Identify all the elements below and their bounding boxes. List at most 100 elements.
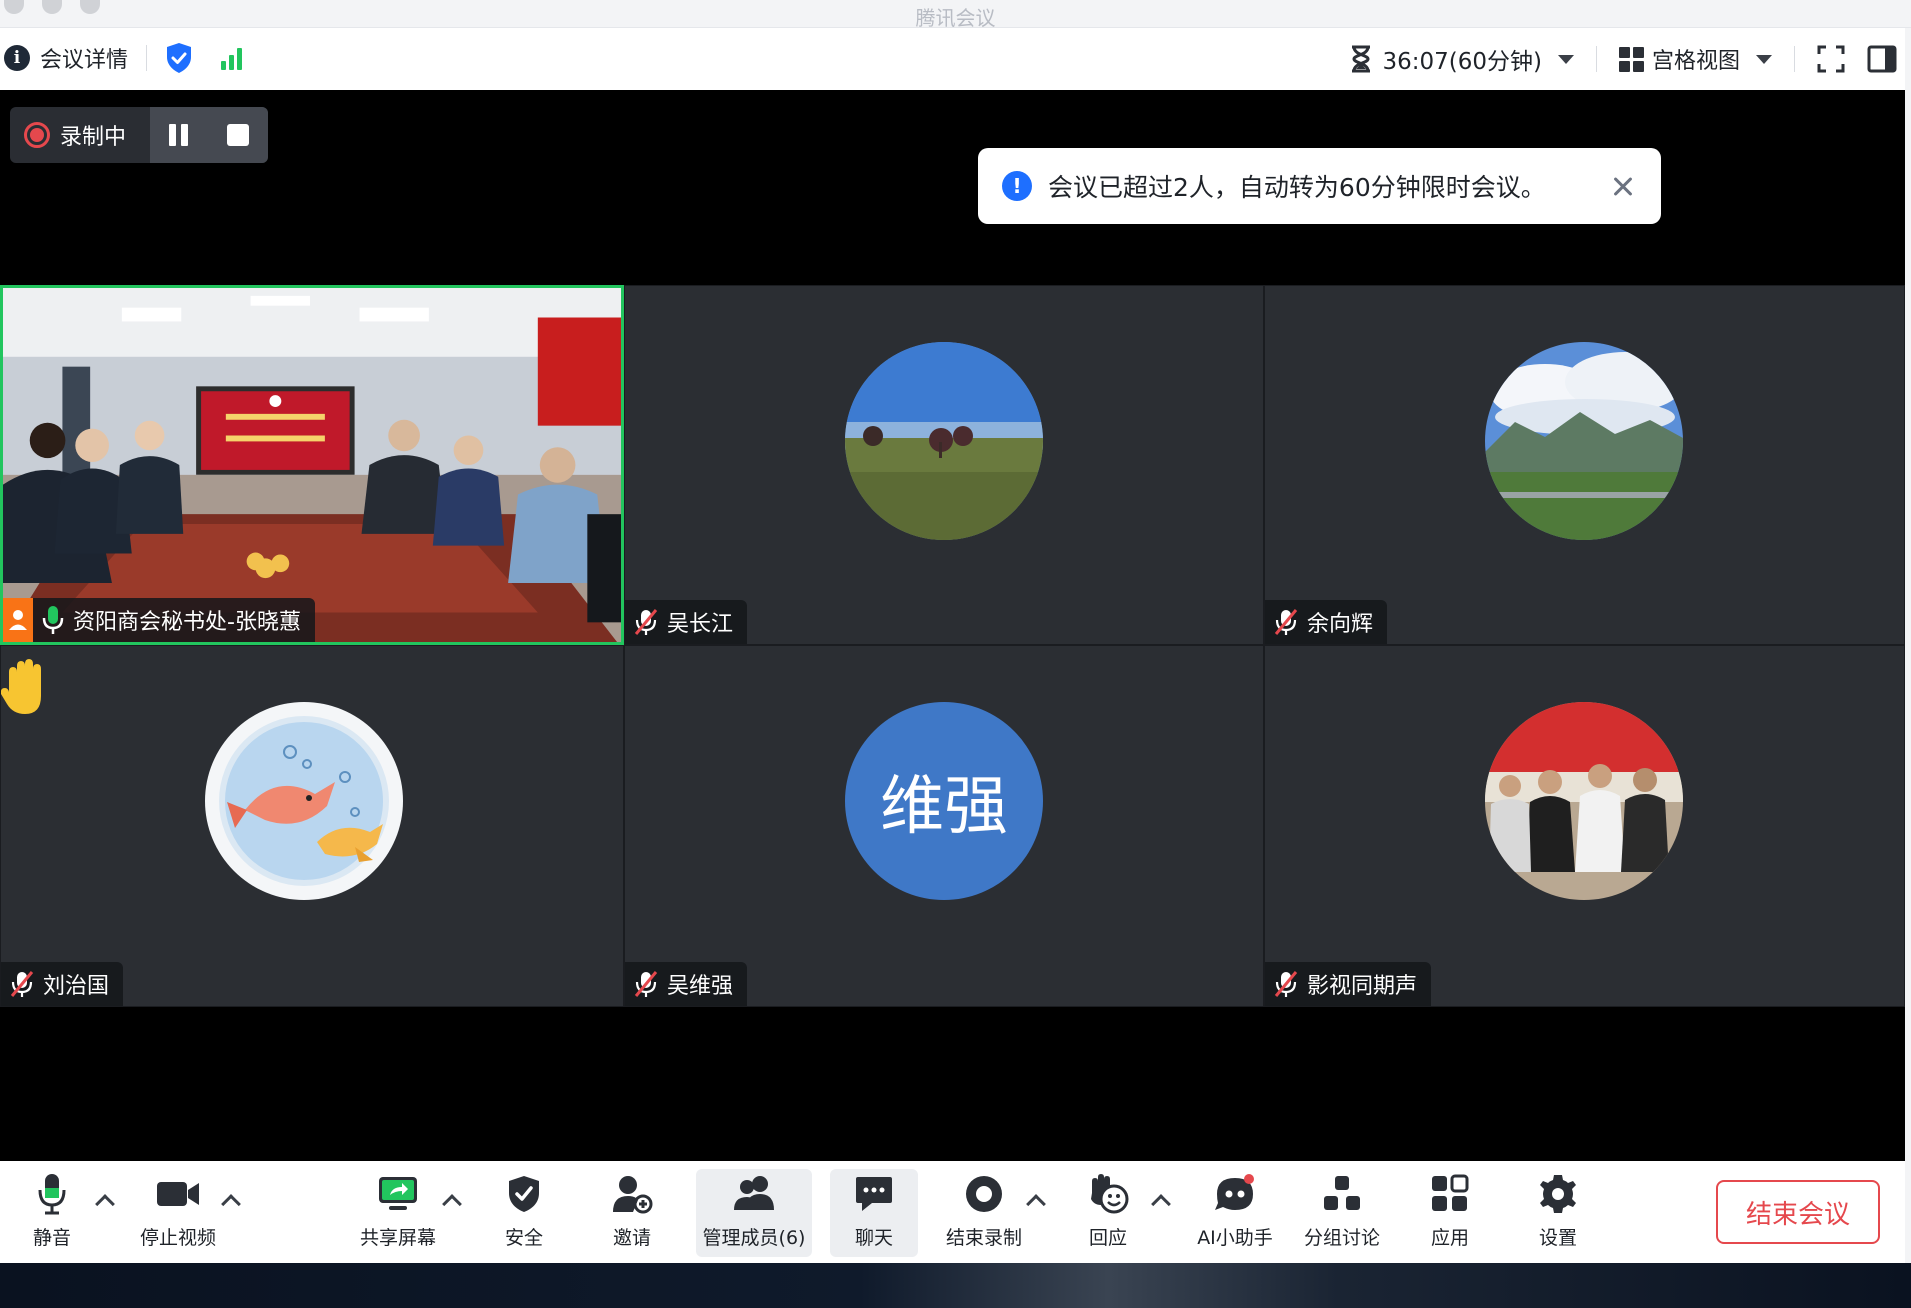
participant-avatar (1485, 702, 1683, 900)
share-screen-icon (379, 1177, 417, 1210)
view-mode-label: 宫格视图 (1651, 49, 1740, 74)
chat-button[interactable]: 聊天 (830, 1169, 918, 1257)
microphone-muted-icon (1274, 971, 1298, 997)
participant-avatar (1485, 342, 1683, 540)
participant-name-tag: 吴维强 (625, 962, 748, 1006)
divider (1595, 46, 1597, 72)
apps-label: 应用 (1430, 1227, 1469, 1249)
invite-label: 邀请 (612, 1227, 651, 1249)
mute-button[interactable]: 静音 (18, 1169, 86, 1257)
end-meeting-button[interactable]: 结束会议 (1716, 1180, 1880, 1244)
meeting-toolbar: 静音 停止视频 共享屏幕 安全 邀请 管理成员(6) 聊天 结束录制 回应 AI… (0, 1161, 1905, 1263)
divider (1794, 46, 1795, 72)
participant-name: 余向辉 (1307, 612, 1374, 637)
hourglass-icon (1352, 45, 1371, 73)
share-screen-label: 共享屏幕 (359, 1227, 436, 1249)
participant-tile[interactable]: 刘治国 (0, 645, 624, 1007)
recording-indicator: 录制中 (10, 107, 268, 163)
settings-label: 设置 (1538, 1227, 1577, 1249)
sidebar-toggle-icon[interactable] (1867, 45, 1897, 73)
invite-button[interactable]: 邀请 (598, 1169, 666, 1257)
breakout-rooms-button[interactable]: 分组讨论 (1296, 1169, 1388, 1257)
view-mode-selector[interactable]: 宫格视图 (1618, 43, 1772, 75)
participant-name: 影视同期声 (1307, 974, 1418, 999)
end-recording-button[interactable]: 结束录制 (938, 1169, 1030, 1257)
manage-members-label: 管理成员(6) (702, 1227, 806, 1249)
security-button[interactable]: 安全 (490, 1169, 558, 1257)
chevron-up-icon[interactable] (95, 1194, 115, 1214)
participant-name: 吴维强 (667, 974, 734, 999)
participant-name-tag: 吴长江 (625, 600, 748, 644)
host-badge-icon (3, 598, 33, 642)
avatar-initials: 维强 (880, 770, 1008, 844)
add-user-icon (613, 1176, 653, 1214)
participant-name-tag: 余向辉 (1265, 600, 1388, 644)
meeting-room-video (3, 288, 621, 642)
manage-members-button[interactable]: 管理成员(6) (696, 1169, 812, 1257)
raised-hand-icon (1, 659, 41, 714)
participant-tile[interactable]: 影视同期声 (1264, 645, 1905, 1007)
recording-status-label: 录制中 (60, 125, 127, 150)
end-recording-label: 结束录制 (945, 1227, 1022, 1249)
ai-assistant-label: AI小助手 (1197, 1227, 1273, 1249)
chevron-down-icon (1557, 54, 1574, 64)
stop-record-icon (966, 1176, 1002, 1212)
gear-icon (1540, 1175, 1576, 1213)
participant-avatar: 维强 (845, 702, 1043, 900)
participant-tile-video[interactable]: 资阳商会秘书处-张晓蕙 (0, 285, 624, 645)
microphone-muted-icon (634, 609, 658, 635)
fullscreen-icon[interactable] (1817, 45, 1845, 73)
grid-view-icon (1618, 46, 1644, 72)
ai-assistant-icon (1215, 1174, 1254, 1210)
notification-message: 会议已超过2人，自动转为60分钟限时会议。 (1048, 173, 1546, 202)
participant-avatar (845, 342, 1043, 540)
divider (146, 45, 148, 71)
meeting-details-label: 会议详情 (40, 48, 129, 73)
meeting-limit-notification: ! 会议已超过2人，自动转为60分钟限时会议。 (978, 148, 1661, 224)
reactions-label: 回应 (1088, 1227, 1127, 1249)
participant-name: 资阳商会秘书处-张晓蕙 (73, 610, 301, 635)
participant-name: 刘治国 (43, 974, 110, 999)
meeting-timer[interactable]: 36:07(60分钟) (1350, 42, 1574, 76)
window-titlebar: 腾讯会议 (0, 0, 1911, 30)
chevron-up-icon[interactable] (1151, 1194, 1171, 1214)
microphone-icon (38, 1174, 66, 1215)
window-edge (1905, 28, 1911, 1263)
video-camera-icon (157, 1182, 199, 1206)
security-shield-icon[interactable] (165, 42, 193, 74)
share-screen-button[interactable]: 共享屏幕 (352, 1169, 444, 1257)
stop-recording-button[interactable] (226, 124, 249, 146)
record-icon (24, 122, 50, 148)
chevron-up-icon[interactable] (221, 1194, 241, 1214)
stop-video-label: 停止视频 (139, 1227, 216, 1249)
participant-tile[interactable]: 吴长江 (624, 285, 1264, 645)
participant-tile[interactable]: 余向辉 (1264, 285, 1905, 645)
microphone-muted-icon (1274, 609, 1298, 635)
pause-recording-button[interactable] (169, 124, 189, 146)
reaction-icon (1091, 1174, 1129, 1214)
chevron-up-icon[interactable] (442, 1194, 462, 1214)
microphone-muted-icon (10, 971, 34, 997)
network-signal-icon[interactable] (221, 46, 243, 70)
reactions-button[interactable]: 回应 (1072, 1169, 1144, 1257)
participant-tile[interactable]: 维强 吴维强 (624, 645, 1264, 1007)
alert-icon: ! (1002, 171, 1032, 201)
stop-video-button[interactable]: 停止视频 (132, 1169, 224, 1257)
video-grid: 资阳商会秘书处-张晓蕙 吴长江 余向辉 刘治国 维强 吴维强 影视同期声 (0, 285, 1905, 1007)
desktop-background (0, 1263, 1911, 1308)
chevron-down-icon (1756, 54, 1772, 64)
participant-name: 吴长江 (667, 612, 734, 637)
apps-button[interactable]: 应用 (1414, 1169, 1486, 1257)
window-title: 腾讯会议 (915, 6, 996, 30)
info-icon: i (4, 45, 30, 71)
ai-assistant-button[interactable]: AI小助手 (1190, 1169, 1280, 1257)
participant-name-tag: 刘治国 (1, 962, 124, 1006)
settings-button[interactable]: 设置 (1522, 1169, 1594, 1257)
apps-grid-icon (1432, 1174, 1469, 1211)
shield-icon (509, 1176, 539, 1212)
breakout-label: 分组讨论 (1303, 1227, 1380, 1249)
close-icon[interactable] (1603, 166, 1643, 206)
chat-label: 聊天 (854, 1227, 893, 1249)
meeting-details-button[interactable]: i 会议详情 (4, 42, 128, 74)
meeting-info-bar: i 会议详情 36:07(60分钟) 宫格视图 (0, 28, 1911, 90)
